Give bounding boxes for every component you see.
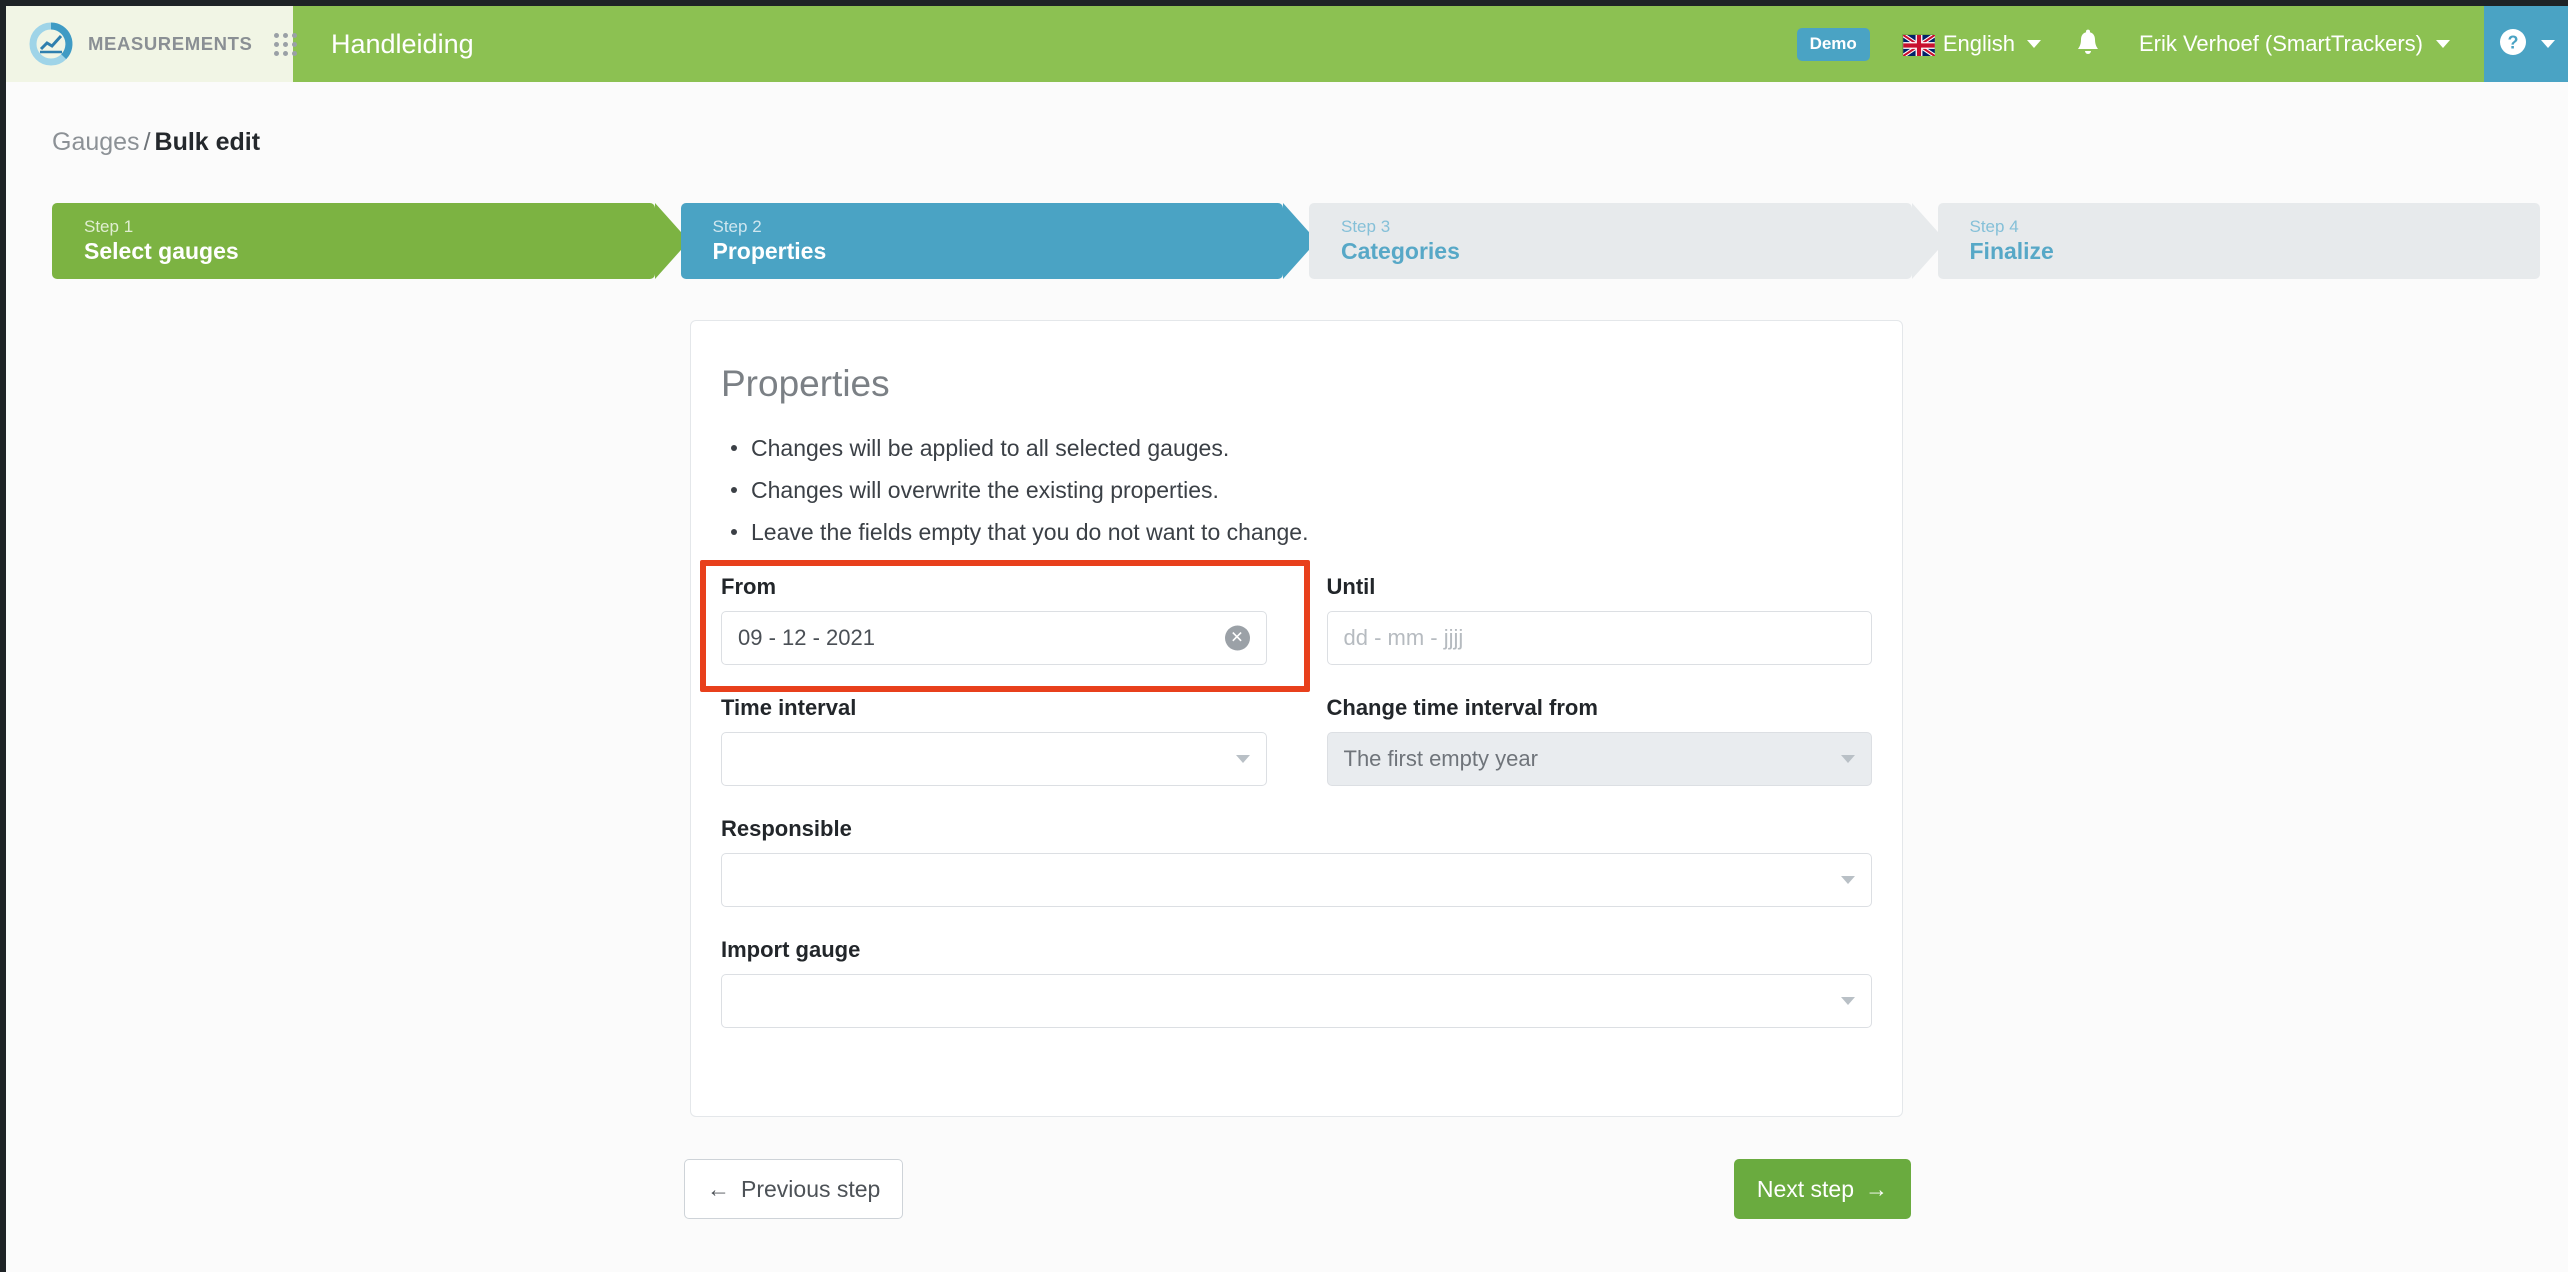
change-time-interval-from-label: Change time interval from	[1326, 695, 1598, 721]
wizard-step-4-number: Step 4	[1969, 217, 2019, 236]
time-interval-select[interactable]	[721, 732, 1267, 787]
notifications-bell-icon[interactable]	[2075, 29, 2101, 59]
uk-flag-icon	[1901, 32, 1936, 58]
wizard-step-2-number: Step 2	[712, 217, 762, 236]
brand-area[interactable]: MEASUREMENTS	[6, 6, 298, 82]
chevron-down-icon	[1235, 755, 1250, 764]
wizard-footer: ← Previous step Next step →	[684, 1157, 1911, 1221]
info-bullet-item: Changes will be applied to all selected …	[723, 433, 1872, 464]
import-gauge-group: Import gauge	[721, 937, 1872, 1029]
until-field-group: Until dd - mm - jjjj	[1297, 574, 1872, 666]
arrow-left-icon: ←	[707, 1175, 730, 1202]
breadcrumb-current: Bulk edit	[154, 128, 261, 156]
wizard-step-4-label: Finalize	[1969, 238, 2054, 265]
until-date-input[interactable]: dd - mm - jjjj	[1326, 611, 1872, 666]
clear-from-date-icon[interactable]: ✕	[1224, 625, 1250, 651]
breadcrumb-separator: /	[143, 128, 151, 156]
info-bullet-list: Changes will be applied to all selected …	[723, 433, 1872, 548]
import-gauge-select[interactable]	[721, 974, 1872, 1029]
chevron-down-icon	[2540, 40, 2555, 48]
brand-name: MEASUREMENTS	[88, 33, 253, 54]
until-label: Until	[1326, 574, 1376, 600]
header-right-cluster: Demo English Erik Verhoef (SmartTrackers…	[1796, 6, 2484, 82]
responsible-label: Responsible	[721, 816, 852, 842]
card-title: Properties	[721, 363, 890, 404]
time-interval-label: Time interval	[721, 695, 857, 721]
wizard-step-4[interactable]: Step 4 Finalize	[1937, 203, 2540, 279]
app-header: MEASUREMENTS Handleiding Demo English Er…	[6, 6, 2568, 82]
window-left-border	[0, 0, 6, 1272]
wizard-step-1-number: Step 1	[84, 217, 134, 236]
from-field-group: From 09 - 12 - 2021 ✕	[721, 574, 1297, 666]
chevron-down-icon	[1841, 876, 1855, 885]
wizard-step-2[interactable]: Step 2 Properties	[680, 203, 1317, 279]
from-date-value: 09 - 12 - 2021	[738, 625, 875, 651]
help-question-icon: ?	[2498, 27, 2528, 62]
language-selector[interactable]: English	[1901, 31, 2041, 58]
user-menu[interactable]: Erik Verhoef (SmartTrackers)	[2139, 31, 2450, 57]
arrow-right-icon: →	[1865, 1175, 1888, 1202]
interval-row: Time interval Change time interval from …	[721, 695, 1872, 787]
change-time-interval-from-value: The first empty year	[1343, 746, 1538, 772]
properties-card: Properties Changes will be applied to al…	[690, 320, 1903, 1117]
wizard-step-2-label: Properties	[712, 238, 827, 265]
breadcrumb-parent-link[interactable]: Gauges	[52, 128, 140, 156]
import-gauge-row: Import gauge	[721, 937, 1872, 1029]
responsible-row: Responsible	[721, 816, 1872, 908]
demo-badge[interactable]: Demo	[1796, 27, 1870, 61]
from-label: From	[721, 574, 776, 600]
time-interval-group: Time interval	[721, 695, 1297, 787]
wizard-step-3-number: Step 3	[1341, 217, 1391, 236]
chevron-down-icon	[1841, 755, 1855, 764]
chevron-down-icon	[1841, 997, 1855, 1006]
step-wizard: Step 1 Select gauges Step 2 Properties S…	[52, 203, 2540, 279]
page-title: Handleiding	[331, 28, 474, 59]
info-bullet-item: Leave the fields empty that you do not w…	[723, 517, 1872, 548]
wizard-step-1[interactable]: Step 1 Select gauges	[52, 203, 688, 279]
measurements-logo-icon	[28, 21, 74, 67]
chevron-down-icon	[2026, 40, 2041, 48]
window-top-border	[0, 0, 2568, 6]
chevron-down-icon	[2436, 40, 2450, 48]
wizard-step-3[interactable]: Step 3 Categories	[1309, 203, 1945, 279]
responsible-group: Responsible	[721, 816, 1872, 908]
from-date-input[interactable]: 09 - 12 - 2021 ✕	[721, 611, 1267, 666]
responsible-select[interactable]	[721, 853, 1872, 908]
next-step-label: Next step	[1756, 1175, 1854, 1202]
change-time-interval-from-select: The first empty year	[1326, 732, 1872, 787]
next-step-button[interactable]: Next step →	[1733, 1159, 1911, 1219]
import-gauge-label: Import gauge	[721, 937, 861, 963]
breadcrumb: Gauges / Bulk edit	[52, 128, 260, 157]
until-date-placeholder: dd - mm - jjjj	[1343, 625, 1464, 651]
wizard-step-1-label: Select gauges	[84, 238, 239, 265]
previous-step-label: Previous step	[741, 1175, 881, 1202]
change-time-interval-from-group: Change time interval from The first empt…	[1297, 695, 1872, 787]
wizard-step-3-label: Categories	[1341, 238, 1460, 265]
user-name-label: Erik Verhoef (SmartTrackers)	[2138, 31, 2423, 56]
language-label: English	[1942, 31, 2015, 56]
date-range-row: From 09 - 12 - 2021 ✕ Until dd - mm - jj…	[721, 574, 1872, 666]
svg-text:?: ?	[2507, 32, 2518, 52]
previous-step-button[interactable]: ← Previous step	[684, 1159, 904, 1219]
help-menu[interactable]: ?	[2484, 6, 2568, 82]
info-bullet-item: Changes will overwrite the existing prop…	[723, 475, 1872, 506]
